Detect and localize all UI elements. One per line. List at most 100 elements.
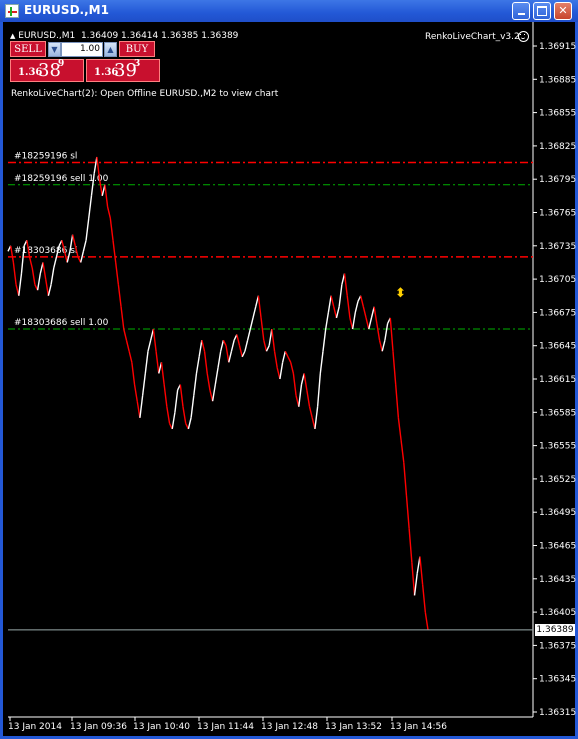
- x-tick-label: 13 Jan 12:48: [261, 722, 318, 732]
- price-segment-up: [141, 373, 147, 396]
- price-segment-up: [316, 373, 322, 407]
- price-segment-up: [314, 406, 319, 430]
- buy-button[interactable]: BUY: [119, 41, 155, 57]
- price-segment-up: [335, 306, 340, 319]
- y-tick-label: 1.36315: [539, 708, 576, 718]
- price-segment-up: [281, 351, 286, 363]
- price-segment-down: [308, 406, 313, 419]
- price-segment-up: [319, 351, 324, 374]
- y-tick-label: 1.36855: [539, 109, 576, 119]
- x-tick-label: 13 Jan 09:36: [70, 722, 127, 732]
- price-segment-down: [397, 417, 402, 441]
- price-segment-up: [298, 384, 303, 407]
- price-segment-down: [411, 562, 416, 596]
- y-tick-label: 1.36375: [539, 641, 576, 651]
- price-segment-down: [378, 339, 383, 352]
- price-segment-down: [163, 384, 168, 407]
- price-segment-up: [147, 339, 152, 352]
- price-segment-down: [333, 306, 338, 319]
- price-segment-up: [368, 317, 373, 330]
- y-tick-label: 1.36675: [539, 308, 576, 318]
- maximize-icon: [537, 6, 547, 16]
- y-tick-label: 1.36525: [539, 475, 576, 485]
- price-segment-down: [136, 401, 141, 418]
- price-segment-up: [384, 323, 389, 341]
- minimize-icon: [517, 13, 525, 15]
- window-title: EURUSD.,M1: [24, 3, 109, 17]
- price-segment-down: [421, 584, 427, 613]
- price-segment-down: [182, 406, 187, 424]
- price-segment-down: [306, 389, 311, 407]
- price-segment-down: [284, 350, 289, 358]
- y-tick-label: 1.36885: [539, 75, 576, 85]
- price-segment-up: [268, 328, 273, 346]
- price-segment-down: [400, 439, 405, 463]
- price-segment-down: [389, 317, 394, 352]
- price-segment-up: [18, 273, 23, 296]
- price-segment-down: [117, 284, 122, 307]
- y-tick-label: 1.36825: [539, 142, 576, 152]
- trade-arrow-icon[interactable]: ⬍: [395, 287, 409, 301]
- price-segment-down: [10, 245, 15, 263]
- price-segment-up: [53, 256, 58, 269]
- y-tick-label: 1.36555: [539, 442, 576, 452]
- price-segment-down: [42, 262, 47, 280]
- y-tick-label: 1.36405: [539, 608, 576, 618]
- price-segment-down: [303, 373, 308, 391]
- price-segment-down: [71, 234, 76, 246]
- price-segment-down: [106, 206, 111, 219]
- price-segment-down: [155, 351, 160, 374]
- price-segment-up: [187, 417, 192, 430]
- price-segment-down: [45, 278, 50, 296]
- price-segment-down: [419, 556, 424, 585]
- price-segment-up: [338, 284, 343, 307]
- lot-decrease-button[interactable]: ▼: [48, 42, 61, 57]
- minimize-button[interactable]: [512, 2, 530, 20]
- price-segment-down: [133, 384, 138, 402]
- price-segment-down: [330, 295, 335, 308]
- price-segment-down: [120, 306, 125, 330]
- expert-name: RenkoLiveChart_v3.2: [425, 32, 520, 42]
- buy-price-button[interactable]: 1.36 39 3: [86, 59, 160, 82]
- price-segment-up: [195, 356, 200, 374]
- price-segment-up: [36, 273, 41, 291]
- price-segment-up: [174, 390, 179, 413]
- price-segment-up: [85, 217, 90, 241]
- buy-price-fraction: 3: [134, 59, 141, 69]
- price-segment-down: [152, 328, 157, 352]
- sell-button[interactable]: SELL: [10, 41, 46, 57]
- price-segment-up: [246, 328, 251, 341]
- price-segment-up: [265, 345, 270, 352]
- price-segment-down: [201, 339, 206, 352]
- price-segment-down: [271, 328, 276, 352]
- price-segment-down: [238, 345, 243, 357]
- price-segment-up: [193, 373, 198, 396]
- price-segment-up: [82, 240, 87, 252]
- price-segment-down: [287, 356, 292, 363]
- price-segment-up: [50, 267, 55, 285]
- expert-info-comment: RenkoLiveChart(2): Open Offline EURUSD.,…: [11, 89, 279, 99]
- price-segment-down: [166, 406, 171, 424]
- price-segment-down: [28, 256, 33, 269]
- lot-increase-button[interactable]: ▲: [104, 42, 117, 57]
- price-segment-up: [93, 156, 98, 174]
- maximize-button[interactable]: [533, 2, 551, 20]
- y-tick-label: 1.36765: [539, 209, 576, 219]
- price-segment-down: [376, 323, 381, 341]
- close-button[interactable]: ✕: [554, 2, 572, 20]
- price-segment-up: [279, 362, 284, 380]
- y-tick-label: 1.36435: [539, 575, 576, 585]
- price-segment-down: [365, 317, 370, 330]
- price-segment-down: [346, 295, 351, 319]
- x-tick-label: 13 Jan 10:40: [133, 722, 190, 732]
- sell-price-button[interactable]: 1.36 38 9: [10, 59, 84, 82]
- collapse-triangle-icon[interactable]: ▲: [10, 32, 15, 40]
- price-segment-up: [413, 573, 418, 596]
- price-segment-up: [139, 395, 144, 418]
- price-segment-down: [362, 306, 367, 319]
- price-segment-down: [290, 362, 295, 374]
- y-tick-label: 1.36615: [539, 375, 576, 385]
- lot-size-input[interactable]: 1.00: [61, 42, 103, 57]
- price-chart[interactable]: 1.36915 1.36885 1.36855 1.36825 1.36795 1.367…: [0, 22, 578, 739]
- price-segment-up: [171, 412, 176, 430]
